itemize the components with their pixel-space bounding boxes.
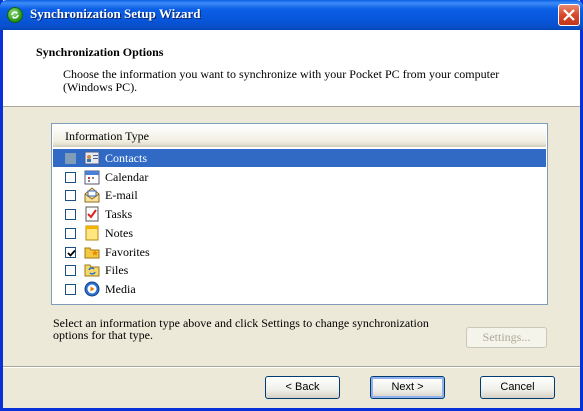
- settings-button[interactable]: Settings...: [466, 327, 547, 348]
- media-icon: [84, 281, 100, 297]
- list-item-label: Files: [105, 263, 129, 278]
- window-title: Synchronization Setup Wizard: [30, 6, 201, 21]
- back-button[interactable]: < Back: [265, 376, 340, 399]
- list-item-label: Tasks: [105, 207, 133, 222]
- checkbox[interactable]: [65, 153, 76, 164]
- checkbox[interactable]: [65, 190, 76, 202]
- sync-icon: [7, 7, 23, 23]
- checkbox[interactable]: [65, 171, 76, 183]
- next-button[interactable]: Next >: [370, 376, 445, 399]
- checkbox[interactable]: [65, 283, 76, 295]
- page-title: Synchronization Options: [36, 45, 164, 59]
- tasks-icon: [84, 206, 100, 222]
- list-item-label: Favorites: [105, 244, 150, 259]
- title-bar[interactable]: Synchronization Setup Wizard: [0, 0, 583, 30]
- info-text: Select an information type above and cli…: [53, 316, 429, 342]
- checkmark-icon: [67, 249, 76, 257]
- favorites-icon: [84, 244, 100, 260]
- list-item[interactable]: Files: [53, 261, 546, 279]
- list-item[interactable]: Notes: [53, 224, 546, 242]
- files-icon: [84, 262, 100, 278]
- information-type-list[interactable]: Information Type Contacts Calendar E-mail T…: [51, 123, 548, 305]
- page-description: Choose the information you want to synch…: [63, 67, 500, 94]
- separator: [3, 366, 580, 368]
- cancel-button[interactable]: Cancel: [480, 376, 555, 399]
- list-item[interactable]: Favorites: [53, 243, 546, 261]
- column-header[interactable]: Information Type: [53, 125, 546, 147]
- list-item[interactable]: Contacts: [53, 149, 546, 167]
- checkbox[interactable]: [65, 227, 76, 239]
- checkbox[interactable]: [65, 209, 76, 221]
- email-icon: [84, 187, 100, 203]
- notes-icon: [84, 225, 100, 241]
- calendar-icon: [84, 169, 100, 185]
- close-icon: [563, 9, 575, 21]
- list-item-label: Contacts: [105, 151, 147, 165]
- contacts-icon: [84, 150, 100, 166]
- list-item-label: E-mail: [105, 188, 138, 203]
- list-item[interactable]: Media: [53, 280, 546, 298]
- list-item-label: Calendar: [105, 169, 149, 184]
- list-item-label: Media: [105, 281, 136, 296]
- checkbox[interactable]: [65, 265, 76, 277]
- list-item-label: Notes: [105, 225, 133, 240]
- checkbox[interactable]: [65, 246, 76, 258]
- column-header-label: Information Type: [65, 129, 149, 143]
- wizard-header: Synchronization Options Choose the infor…: [3, 30, 580, 107]
- close-button[interactable]: [558, 4, 580, 26]
- wizard-window: Synchronization Setup Wizard Synchroniza…: [0, 0, 583, 411]
- list-item[interactable]: E-mail: [53, 186, 546, 204]
- list-item[interactable]: Tasks: [53, 205, 546, 223]
- list-item[interactable]: Calendar: [53, 168, 546, 186]
